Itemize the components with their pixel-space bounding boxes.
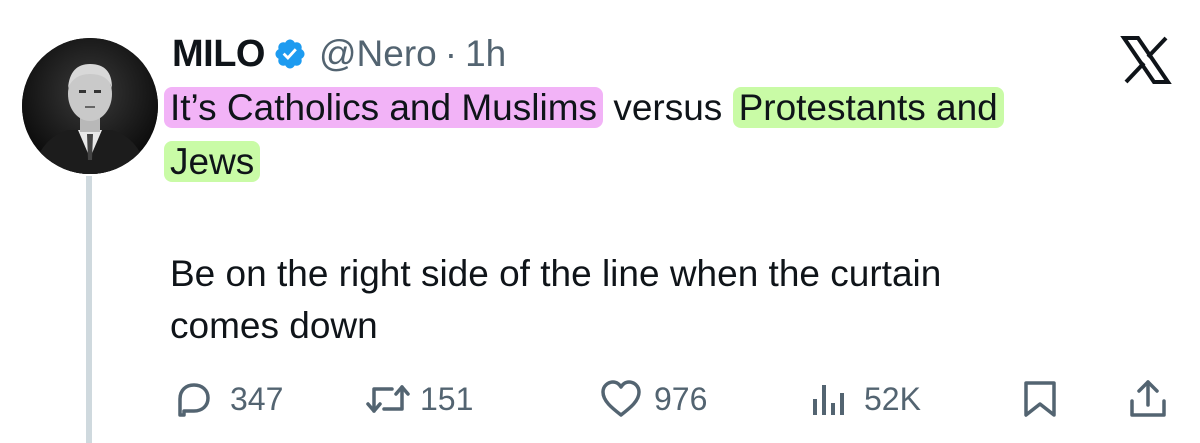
bookmark-button[interactable]	[1020, 372, 1060, 426]
author-name[interactable]: MILO	[172, 33, 265, 76]
views-count: 52K	[864, 380, 921, 417]
reply-count: 347	[230, 380, 284, 417]
views-button[interactable]: 52K	[808, 372, 921, 426]
highlight-green: Jews	[164, 141, 261, 182]
retweet-icon	[364, 377, 412, 421]
highlight-green: Protestants and	[732, 87, 1004, 128]
share-icon	[1126, 377, 1170, 421]
like-button[interactable]: 976	[598, 372, 707, 426]
separator-dot: ·	[444, 33, 458, 74]
share-button[interactable]	[1126, 372, 1170, 426]
retweet-count: 151	[420, 380, 474, 417]
tweet-actions-bar: 347 151 976 52K	[172, 372, 1172, 426]
verified-badge-icon	[273, 37, 307, 71]
highlight-pink: It’s Catholics and Muslims	[164, 87, 604, 128]
author-handle[interactable]: @Nero	[319, 33, 437, 75]
reply-icon	[172, 377, 216, 421]
thread-connector-line	[86, 176, 92, 443]
tweet-text-line: Jews	[164, 136, 1170, 188]
like-count: 976	[654, 380, 708, 417]
tweet-header: MILO @Nero · 1h	[172, 28, 506, 80]
x-logo-icon	[1120, 36, 1172, 84]
tweet-text-plain: versus	[613, 87, 723, 128]
tweet-text-line: It’s Catholics and Muslims versus Protes…	[164, 82, 1170, 134]
views-icon	[808, 377, 848, 421]
tweet-timestamp[interactable]: 1h	[465, 33, 506, 75]
avatar[interactable]	[22, 38, 158, 174]
bookmark-icon	[1020, 377, 1060, 421]
tweet-text-line: Be on the right side of the line when th…	[170, 253, 942, 294]
heart-icon	[598, 377, 644, 421]
retweet-button[interactable]: 151	[364, 372, 473, 426]
reply-button[interactable]: 347	[172, 372, 283, 426]
tweet-text-line: comes down	[170, 305, 378, 346]
